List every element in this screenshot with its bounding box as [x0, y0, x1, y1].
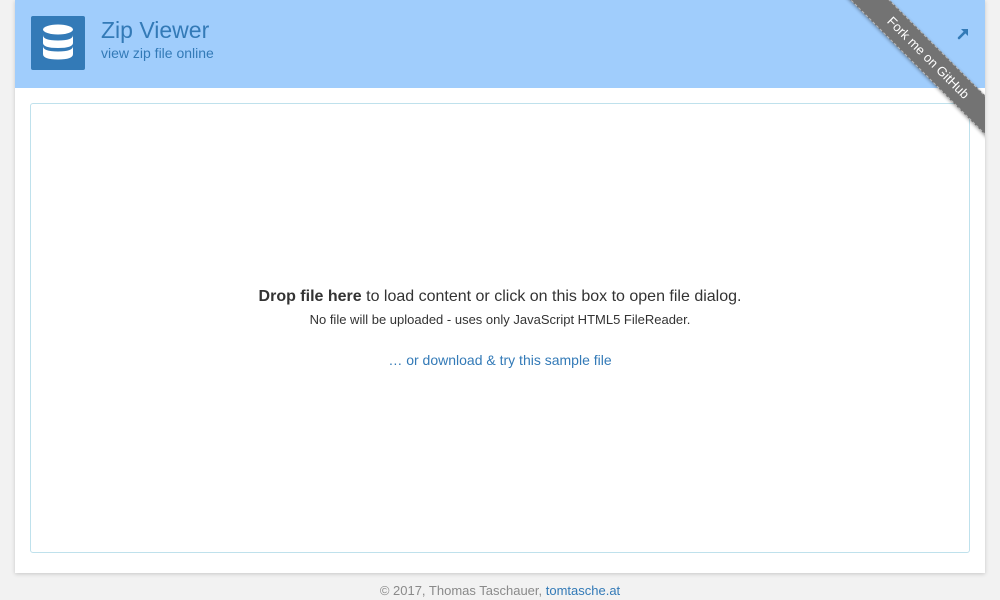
copyright-text: © 2017, Thomas Taschauer,	[379, 583, 546, 598]
drop-instructions: Drop file here to load content or click …	[31, 288, 969, 306]
no-upload-note: No file will be uploaded - uses only Jav…	[309, 312, 691, 327]
header: Zip Viewer view zip file online	[15, 0, 985, 88]
sample-file-row: … or download & try this sample file	[31, 352, 969, 368]
main-card: Zip Viewer view zip file online Drop fil…	[15, 0, 985, 573]
drop-instructions-text: to load content or click on this box to …	[361, 288, 742, 305]
app-title: Zip Viewer	[101, 17, 210, 43]
app-subtitle: view zip file online	[101, 45, 214, 61]
drop-file-here-label: Drop file here	[258, 288, 362, 305]
sample-file-link[interactable]: … or download & try this sample file	[388, 352, 611, 368]
author-site-link[interactable]: tomtasche.at	[546, 583, 620, 598]
footer: © 2017, Thomas Taschauer, tomtasche.at	[0, 583, 1000, 598]
external-link-arrow-icon[interactable]	[955, 26, 971, 42]
page: Zip Viewer view zip file online Drop fil…	[0, 0, 1000, 600]
database-icon	[31, 16, 85, 70]
file-drop-zone[interactable]: Drop file here to load content or click …	[30, 103, 970, 553]
